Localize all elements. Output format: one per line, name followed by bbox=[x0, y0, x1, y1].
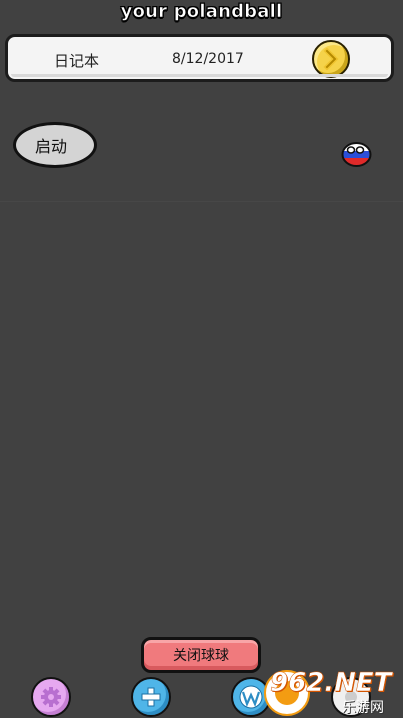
wordpress-icon bbox=[239, 685, 263, 709]
app-title: your polandball bbox=[120, 1, 283, 23]
add-button[interactable] bbox=[131, 677, 171, 717]
watermark-text: 962.NET bbox=[270, 668, 392, 699]
plus-icon bbox=[141, 687, 161, 707]
gear-icon bbox=[41, 687, 61, 707]
polandball-character[interactable] bbox=[341, 141, 372, 167]
field-divider bbox=[0, 201, 403, 202]
start-button[interactable]: 启动 bbox=[13, 122, 97, 168]
watermark: 962.NET 乐游网 bbox=[264, 668, 403, 718]
ball-eye-left bbox=[346, 146, 356, 154]
date-label: 8/12/2017 bbox=[172, 51, 244, 67]
watermark-subtext: 乐游网 bbox=[342, 700, 384, 716]
ball-eye-right bbox=[355, 146, 365, 154]
close-ball-button[interactable]: 关闭球球 bbox=[141, 637, 261, 673]
next-button[interactable] bbox=[312, 40, 350, 78]
settings-button[interactable] bbox=[31, 677, 71, 717]
diary-button[interactable]: 日记本 bbox=[54, 50, 99, 71]
top-bar: 日记本 8/12/2017 bbox=[5, 34, 394, 82]
chevron-right-icon bbox=[323, 48, 339, 70]
